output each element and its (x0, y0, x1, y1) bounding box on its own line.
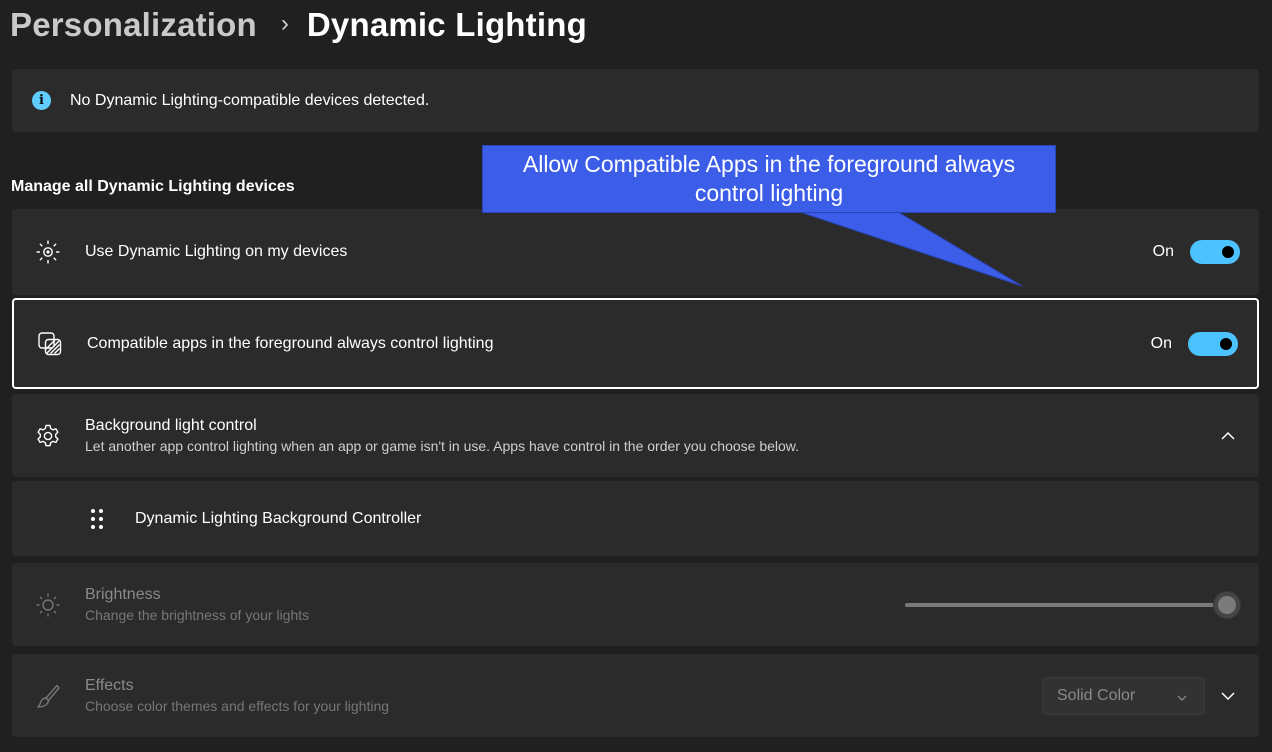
setting-use-dynamic-lighting: Use Dynamic Lighting on my devices On (12, 209, 1259, 295)
annotation-callout: Allow Compatible Apps in the foreground … (482, 145, 1056, 213)
breadcrumb-separator: › (280, 10, 289, 37)
slider-track (905, 602, 1227, 607)
paintbrush-icon (34, 682, 62, 710)
setting-text: Brightness Change the brightness of your… (85, 585, 309, 625)
settings-page: Personalization › Dynamic Lighting i No … (0, 0, 1272, 752)
toggle-group: On (1153, 240, 1240, 264)
use-dynamic-lighting-toggle[interactable] (1190, 240, 1240, 264)
setting-title: Brightness (85, 585, 161, 603)
breadcrumb-parent-link[interactable]: Personalization (10, 6, 257, 44)
toggle-knob (1222, 246, 1234, 258)
dropdown-value: Solid Color (1057, 686, 1136, 704)
setting-background-light-control[interactable]: Background light control Let another app… (12, 394, 1259, 477)
setting-text: Background light control Let another app… (85, 416, 799, 456)
setting-brightness: Brightness Change the brightness of your… (12, 563, 1259, 646)
brightness-slider[interactable] (905, 590, 1241, 619)
section-title: Manage all Dynamic Lighting devices (11, 178, 295, 195)
info-icon: i (32, 91, 51, 110)
setting-title: Effects (85, 676, 134, 694)
setting-text: Effects Choose color themes and effects … (85, 676, 389, 716)
breadcrumb: Personalization › Dynamic Lighting (10, 4, 587, 46)
effects-dropdown[interactable]: Solid Color (1042, 676, 1205, 715)
toggle-state-label: On (1152, 243, 1174, 260)
callout-text: Allow Compatible Apps in the foreground … (522, 151, 1016, 206)
toggle-knob (1220, 337, 1232, 350)
apps-layers-icon (36, 330, 64, 358)
toggle-group: On (1150, 331, 1238, 356)
setting-compatible-apps: Compatible apps in the foreground always… (12, 298, 1259, 389)
setting-label: Compatible apps in the foreground always… (87, 334, 494, 352)
list-item-background-controller[interactable]: Dynamic Lighting Background Controller (12, 481, 1259, 556)
setting-description: Let another app control lighting when an… (85, 437, 800, 454)
setting-label: Use Dynamic Lighting on my devices (85, 243, 348, 260)
info-message: No Dynamic Lighting-compatible devices d… (70, 91, 430, 109)
setting-description: Change the brightness of your lights (85, 606, 310, 623)
toggle-state-label: On (1150, 334, 1172, 352)
setting-description: Choose color themes and effects for your… (85, 697, 390, 714)
chevron-up-icon[interactable] (1219, 427, 1237, 445)
info-bar: i No Dynamic Lighting-compatible devices… (12, 69, 1259, 132)
chevron-down-icon[interactable] (1219, 687, 1237, 705)
setting-effects: Effects Choose color themes and effects … (12, 654, 1259, 737)
setting-title: Background light control (85, 416, 257, 434)
compatible-apps-toggle[interactable] (1188, 331, 1238, 356)
slider-thumb[interactable] (1213, 590, 1241, 619)
gear-icon (34, 422, 62, 450)
controller-name: Dynamic Lighting Background Controller (135, 509, 422, 527)
drag-handle-icon[interactable] (83, 505, 111, 533)
chevron-down-icon (1176, 691, 1188, 703)
lighting-sun-icon (34, 238, 62, 266)
page-title: Dynamic Lighting (306, 6, 587, 43)
brightness-icon (34, 591, 62, 619)
